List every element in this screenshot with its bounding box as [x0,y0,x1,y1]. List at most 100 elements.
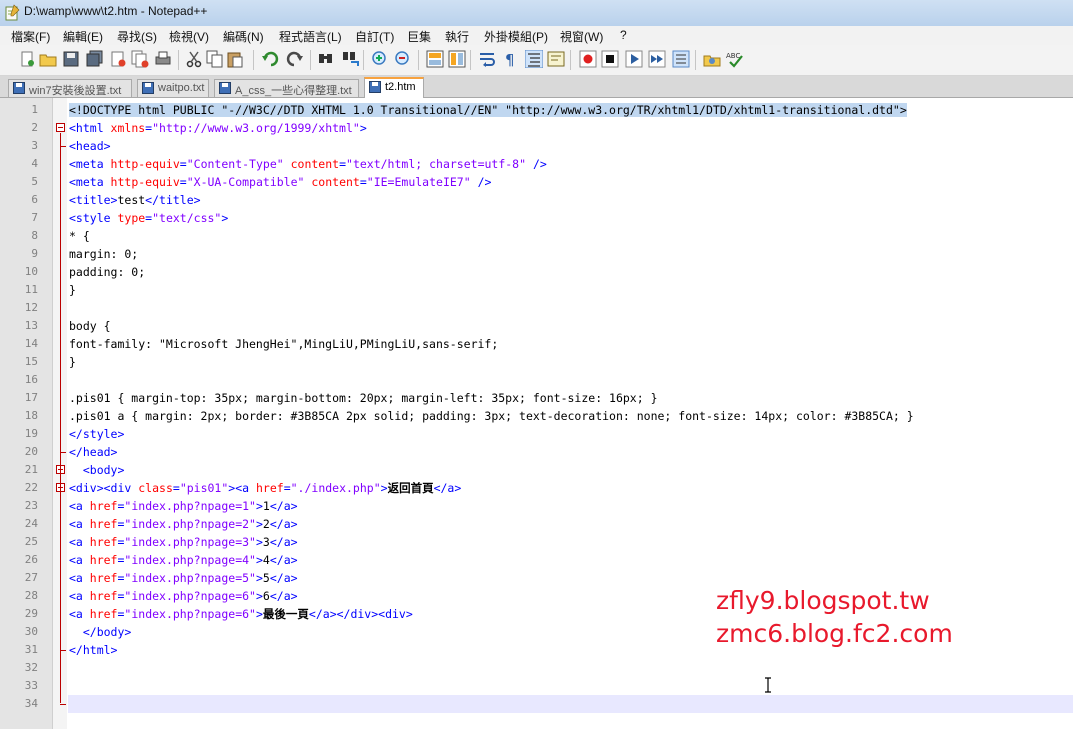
zoom-in-icon[interactable] [371,50,389,68]
code-line[interactable]: * { [69,227,90,245]
line-number: 6 [31,193,38,206]
line-number: 2 [31,121,38,134]
menu-item[interactable]: 檔案(F) [11,28,50,45]
code-token: </head> [69,445,118,459]
sync-horizontal-icon[interactable] [448,50,466,68]
code-line[interactable]: <a href="index.php?npage=4">4</a> [69,551,298,569]
code-line[interactable]: </style> [69,425,124,443]
menu-item[interactable]: ? [620,28,627,42]
record-macro-icon[interactable] [579,50,597,68]
menu-item[interactable]: 巨集 [407,28,431,45]
menu-item[interactable]: 編碼(N) [223,28,264,45]
show-all-chars-icon[interactable]: ¶ [501,50,519,68]
save-all-icon[interactable] [86,50,104,68]
menu-item[interactable]: 程式語言(L) [279,28,342,45]
code-token: "index.php?npage=6" [124,589,256,603]
code-line[interactable]: } [69,353,76,371]
code-token: padding: 0; [69,265,146,279]
code-line[interactable]: body { [69,317,111,335]
line-number: 19 [24,427,38,440]
code-token: margin: 0; [69,247,139,261]
code-token: "Content-Type" [186,157,284,171]
code-line[interactable]: </body> [69,623,131,641]
code-line[interactable]: .pis01 { margin-top: 35px; margin-bottom… [69,389,658,407]
code-line[interactable]: margin: 0; [69,245,138,263]
code-line[interactable]: } [69,281,76,299]
undo-icon[interactable] [262,50,280,68]
run-macro-multiple-icon[interactable] [648,50,666,68]
code-line[interactable]: <head> [69,137,111,155]
spell-check-icon[interactable]: ABC [726,50,744,68]
find-icon[interactable] [317,50,335,68]
code-line[interactable]: <meta http-equiv="X-UA-Compatible" conte… [69,173,491,191]
tab-1[interactable]: win7安裝後設置.txt [8,79,132,97]
code-line[interactable]: .pis01 a { margin: 2px; border: #3B85CA … [69,407,914,425]
code-line[interactable]: <a href="index.php?npage=3">3</a> [69,533,298,551]
print-icon[interactable] [154,50,172,68]
open-file-icon[interactable] [39,50,57,68]
code-token: "text/html; charset=utf-8" [346,157,527,171]
code-line[interactable]: <meta http-equiv="Content-Type" content=… [69,155,547,173]
line-number: 21 [24,463,38,476]
close-icon[interactable] [109,50,127,68]
code-line[interactable]: <style type="text/css"> [69,209,228,227]
redo-icon[interactable] [285,50,303,68]
code-token: > [255,571,263,585]
code-line[interactable]: <a href="index.php?npage=5">5</a> [69,569,298,587]
tab-3[interactable]: A_css_一些心得整理.txt [214,79,359,97]
code-token: xmlns [110,121,146,135]
code-line[interactable]: </html> [69,641,117,659]
tab-2[interactable]: waitpo.txt [137,79,209,97]
menu-item[interactable]: 視窗(W) [560,28,603,45]
menu-item[interactable]: 執行 [445,28,469,45]
menu-item[interactable]: 外掛模組(P) [484,28,548,45]
fold-toggle-icon[interactable] [56,123,65,132]
menu-item[interactable]: 自訂(T) [355,28,394,45]
sync-vertical-icon[interactable] [426,50,444,68]
zoom-out-icon[interactable] [394,50,412,68]
menu-item[interactable]: 編輯(E) [63,28,103,45]
indent-guide-icon[interactable] [525,50,543,68]
save-macro-icon[interactable] [672,50,690,68]
menu-item[interactable]: 檢視(V) [169,28,209,45]
code-line[interactable]: padding: 0; [69,263,145,281]
code-token: <a [69,571,90,585]
user-defined-lang-icon[interactable] [547,50,565,68]
menu-item[interactable]: 尋找(S) [117,28,157,45]
save-icon[interactable] [62,50,80,68]
code-token: <a [69,535,90,549]
code-token: </a></div><div> [308,607,413,621]
code-line[interactable]: <a href="index.php?npage=6">最後一頁</a></di… [69,605,413,623]
code-token: href [255,481,284,495]
stop-macro-icon[interactable] [601,50,619,68]
code-token: "index.php?npage=4" [124,553,256,567]
code-line[interactable]: <a href="index.php?npage=1">1</a> [69,497,298,515]
code-token: href [89,571,118,585]
code-line[interactable]: <body> [69,461,125,479]
code-line[interactable]: </head> [69,443,117,461]
code-token: > [255,589,263,603]
new-file-icon[interactable] [18,50,36,68]
launch-browser-icon[interactable] [703,50,721,68]
close-all-icon[interactable] [131,50,149,68]
paste-icon[interactable] [226,50,244,68]
replace-icon[interactable] [342,50,360,68]
tab-4[interactable]: t2.htm [364,77,424,98]
play-macro-icon[interactable] [625,50,643,68]
text-cursor-icon [765,677,771,693]
code-line[interactable]: <a href="index.php?npage=6">6</a> [69,587,298,605]
code-line[interactable]: <a href="index.php?npage=2">2</a> [69,515,298,533]
code-line[interactable]: <div><div class="pis01"><a href="./index… [69,479,461,497]
copy-icon[interactable] [206,50,224,68]
code-line[interactable]: font-family: "Microsoft JhengHei",MingLi… [69,335,498,353]
code-token: <head> [69,139,111,153]
code-line[interactable]: <title>test</title> [69,191,201,209]
toolbar-separator [363,50,364,70]
code-token: test [117,193,146,207]
tab-label: waitpo.txt [158,82,205,94]
code-token: > [255,535,263,549]
code-line[interactable]: <!DOCTYPE html PUBLIC "-//W3C//DTD XHTML… [69,101,907,119]
code-line[interactable]: <html xmlns="http://www.w3.org/1999/xhtm… [69,119,367,137]
cut-icon[interactable] [185,50,203,68]
word-wrap-icon[interactable] [478,50,496,68]
